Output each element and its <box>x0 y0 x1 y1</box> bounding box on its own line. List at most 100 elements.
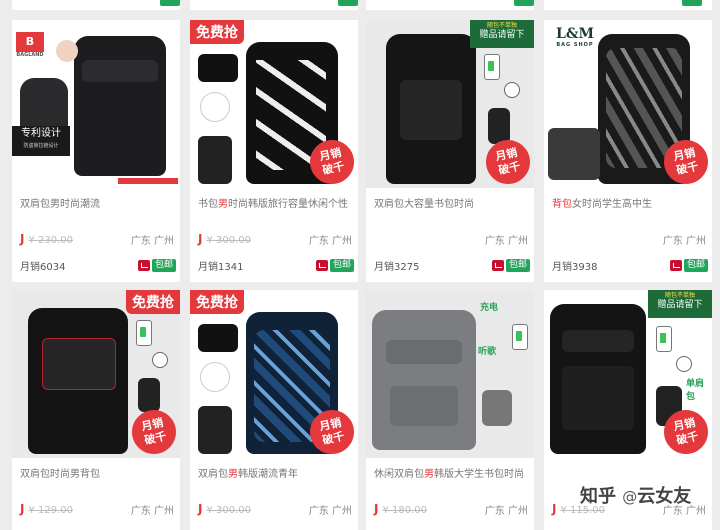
pencil-case <box>548 128 600 180</box>
price-row: 广东 广州 <box>552 232 708 247</box>
watermark-user: 云女友 <box>637 486 692 507</box>
product-title[interactable]: 双肩包男时尚潮流 <box>20 198 176 226</box>
tmall-icon[interactable] <box>316 260 328 271</box>
free-grab-badge: 免费抢 <box>126 290 180 314</box>
backpack-front-pocket <box>562 366 634 430</box>
gift-badge: 随包不单独 赠品请留下 <box>470 20 534 48</box>
monthly-sales: 月销1341 <box>198 262 244 273</box>
price-row: J ¥ 230.00 广东 广州 <box>20 232 176 247</box>
watermark-brand: 知乎 <box>580 486 616 507</box>
product-image[interactable]: 免费抢 月销 破千 <box>190 20 358 188</box>
previous-row-strip <box>0 0 720 10</box>
sling-bag <box>198 136 232 184</box>
single-bag-label: 单肩包 <box>686 379 705 402</box>
price-row: J ¥ 300.00 广东 广州 <box>198 232 354 247</box>
strip-cell <box>190 0 358 10</box>
product-title[interactable]: 休闲双肩包男韩版大学生书包时尚 <box>374 468 530 496</box>
free-shipping-badge: 包邮 <box>683 259 708 272</box>
tmall-icon[interactable] <box>492 260 504 271</box>
product-card[interactable]: 免费抢 月销 破千 双肩包男韩版潮流青年 J ¥ 300.00 广东 广州 <box>190 290 358 530</box>
free-shipping-tag <box>514 0 534 6</box>
phone-charging-icon <box>656 326 672 352</box>
patent-text: 专利设计 <box>21 128 61 139</box>
patent-badge: 专利设计防盗锁拉链设计 <box>12 126 70 156</box>
location: 广东 广州 <box>484 236 528 247</box>
product-image[interactable]: L&M BAG SHOP 月销 破千 <box>544 20 712 188</box>
product-title[interactable]: 双肩包大容量书包时尚 <box>374 198 530 226</box>
free-shipping-badge: 包邮 <box>329 259 354 272</box>
patent-sub: 防盗锁拉链设计 <box>23 143 59 149</box>
backpack-grey <box>372 310 476 450</box>
free-shipping-badge: 包邮 <box>505 259 530 272</box>
gift-badge: 随包不单独 赠品请留下 <box>648 290 712 318</box>
product-card[interactable]: 随包不单独 赠品请留下 月销 破千 双肩包大容量书包时尚 广东 广州 月销3275 包… <box>366 20 534 282</box>
red-stripe <box>118 178 178 184</box>
brand-logo-sub: BAGLAND <box>16 52 44 58</box>
product-card[interactable]: B BAGLAND 专利设计防盗锁拉链设计 双肩包男时尚潮流 J ¥ 230.00 广… <box>12 20 180 282</box>
usb-icon <box>504 82 520 98</box>
lm-logo: L&M BAG SHOP <box>556 26 594 48</box>
model-head <box>56 40 78 62</box>
charge-label: 充电 <box>480 303 499 313</box>
free-shipping-badge: 包邮 <box>151 259 176 272</box>
price: J <box>198 502 203 516</box>
tmall-icon[interactable] <box>670 260 682 271</box>
monthly-sales: 月销3938 <box>552 262 598 273</box>
free-shipping-tag <box>160 0 180 6</box>
sales-row: 月销3938 包邮 <box>552 258 708 274</box>
product-image[interactable]: 随包不单独 赠品请留下 月销 破千 <box>366 20 534 188</box>
mini-bag <box>138 378 160 412</box>
location: 广东 广州 <box>484 506 528 517</box>
backpack-pocket <box>82 60 158 82</box>
price-row: 广东 广州 <box>374 232 530 247</box>
product-image[interactable]: 单肩包 随包不单独 赠品请留下 月销 破千 <box>544 290 712 458</box>
brand-logo-text: B <box>25 35 35 48</box>
old-price: ¥ 180.00 <box>382 505 427 516</box>
product-image[interactable]: 免费抢 月销 破千 <box>12 290 180 458</box>
backpack-pocket <box>42 338 116 390</box>
earphones-icon <box>200 92 230 122</box>
product-title[interactable]: 双肩包男韩版潮流青年 <box>198 468 354 496</box>
product-image[interactable]: 充电 听歌 <box>366 290 534 458</box>
old-price: ¥ 300.00 <box>206 235 251 246</box>
monthly-sales: 月销6034 <box>20 262 66 273</box>
sales-row: 月销6034 包邮 <box>20 258 176 274</box>
location: 广东 广州 <box>662 236 706 247</box>
product-card[interactable]: 免费抢 月销 破千 双肩包时尚男背包 J ¥ 129.00 广东 广州 <box>12 290 180 530</box>
product-image[interactable]: 免费抢 月销 破千 <box>190 290 358 458</box>
sling-bag <box>198 406 232 454</box>
product-title[interactable]: 双肩包时尚男背包 <box>20 468 176 496</box>
phone-charging-icon <box>484 54 500 80</box>
product-card[interactable]: 免费抢 月销 破千 书包男时尚韩版旅行容量休闲个性 J ¥ 300.00 广东 广州 … <box>190 20 358 282</box>
product-card[interactable]: 充电 听歌 休闲双肩包男韩版大学生书包时尚 J ¥ 180.00 广东 广州 <box>366 290 534 530</box>
price: J <box>20 502 25 516</box>
old-price: ¥ 129.00 <box>28 505 73 516</box>
mini-bag <box>488 108 510 144</box>
earphones-icon <box>200 362 230 392</box>
product-title[interactable]: 背包女时尚学生高中生 <box>552 198 708 226</box>
location: 广东 广州 <box>130 236 174 247</box>
location: 广东 广州 <box>130 506 174 517</box>
backpack-top-pocket <box>562 330 634 352</box>
product-title[interactable]: 书包男时尚韩版旅行容量休闲个性 <box>198 198 354 226</box>
price-row: J ¥ 300.00 广东 广州 <box>198 502 354 517</box>
price: J <box>374 502 379 516</box>
product-card[interactable]: L&M BAG SHOP 月销 破千 背包女时尚学生高中生 广东 广州 月销3938… <box>544 20 712 282</box>
pouch <box>198 54 238 82</box>
phone-charging-icon <box>512 324 528 350</box>
tmall-icon[interactable] <box>138 260 150 271</box>
free-shipping-tag <box>682 0 702 6</box>
usb-icon <box>152 352 168 368</box>
product-image[interactable]: B BAGLAND 专利设计防盗锁拉链设计 <box>12 20 180 188</box>
backpack-large <box>74 36 166 176</box>
strip-cell <box>12 0 180 10</box>
mini-bag <box>482 390 512 426</box>
sales-row: 月销1341 包邮 <box>198 258 354 274</box>
free-shipping-tag <box>338 0 358 6</box>
backpack-flap <box>386 340 462 364</box>
monthly-sales-badge: 月销 破千 <box>127 405 180 458</box>
backpack-pocket <box>400 80 462 140</box>
free-grab-badge: 免费抢 <box>190 290 244 314</box>
price: J <box>552 502 557 516</box>
strip-cell <box>366 0 534 10</box>
